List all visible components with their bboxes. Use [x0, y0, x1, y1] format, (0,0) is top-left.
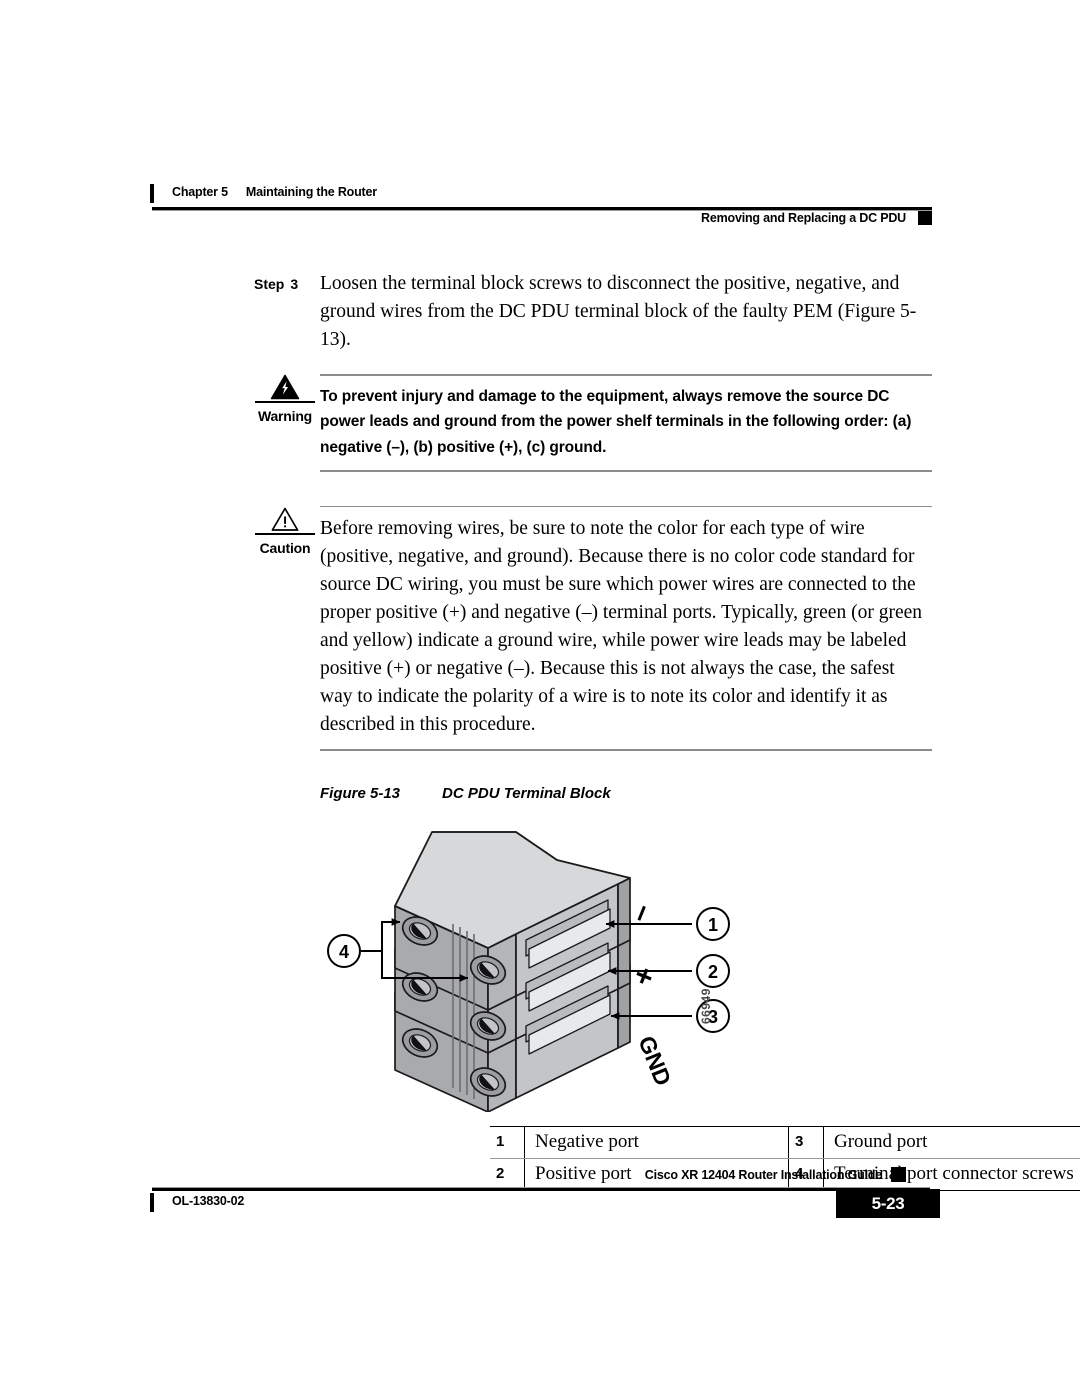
- warning-label: Warning: [257, 408, 313, 424]
- warning-lightning-triangle-icon: [270, 374, 300, 400]
- footer-square-marker: [891, 1167, 906, 1182]
- dc-pdu-terminal-block-illustration: – + GND 1 2 3 4: [327, 830, 730, 1112]
- figure-title: DC PDU Terminal Block: [442, 784, 611, 802]
- warning-block: Warning To prevent injury and damage to …: [150, 374, 932, 472]
- callout-number-1: 1: [708, 915, 718, 935]
- warning-text: To prevent injury and damage to the equi…: [320, 387, 912, 456]
- figure-artwork: – + GND 1 2 3 4 66949: [320, 812, 932, 1112]
- breadcrumb: Chapter 5 Maintaining the Router: [172, 185, 377, 199]
- caution-label: Caution: [259, 539, 311, 556]
- step-block: Step 3 Loosen the terminal block screws t…: [150, 270, 932, 354]
- warning-rule-bottom: [320, 470, 932, 472]
- terminal-block-body: [394, 830, 631, 1112]
- step-label-word: Step: [254, 276, 285, 292]
- caution-icon-wrap: Caution: [254, 506, 316, 556]
- table-row: 1 Negative port 3 Ground port: [490, 1125, 1080, 1159]
- figure-caption: Figure 5-13 DC PDU Terminal Block: [320, 785, 932, 802]
- warning-body: To prevent injury and damage to the equi…: [320, 374, 932, 472]
- header-section-title: Removing and Replacing a DC PDU: [701, 211, 906, 225]
- page-header: Chapter 5 Maintaining the Router Removing…: [150, 183, 932, 231]
- page-content: Step 3 Loosen the terminal block screws t…: [150, 270, 1080, 1191]
- warning-icon-wrap: Warning: [254, 374, 316, 424]
- caution-text: Before removing wires, be sure to note t…: [320, 518, 923, 735]
- warning-icon-rule: [255, 401, 315, 403]
- callout-desc-3: Ground port: [823, 1125, 1080, 1159]
- header-chapter-title: Maintaining the Router: [245, 185, 377, 199]
- footer-guide-title: Cisco XR 12404 Router Installation Guide: [644, 1168, 882, 1182]
- header-chapter-number: 5: [221, 185, 228, 199]
- ground-port-marking-icon: GND: [633, 1032, 676, 1089]
- figure-art-id: 66949: [699, 987, 713, 1024]
- caution-rule-bottom: [320, 749, 932, 751]
- caution-icon-rule: [255, 532, 315, 535]
- callout-number-2: 2: [708, 962, 718, 982]
- callout-number-4: 4: [339, 942, 349, 962]
- figure-block: Figure 5-13 DC PDU Terminal Block – + GN…: [320, 785, 1080, 1191]
- page-number-badge: 5-23: [836, 1189, 940, 1218]
- figure-label: Figure 5-13: [320, 784, 401, 802]
- caution-exclamation-triangle-icon: [271, 507, 299, 531]
- caution-body: Before removing wires, be sure to note t…: [320, 505, 932, 751]
- step-text: Loosen the terminal block screws to disc…: [320, 273, 917, 350]
- header-square-marker: [918, 211, 932, 225]
- step-label: Step 3: [254, 276, 298, 292]
- page-footer: Cisco XR 12404 Router Installation Guide…: [150, 1167, 940, 1224]
- callout-key-1: 1: [490, 1125, 525, 1159]
- header-left-tick: [150, 184, 154, 203]
- caution-block: Caution Before removing wires, be sure t…: [150, 505, 932, 751]
- step-number: 3: [290, 276, 299, 292]
- positive-port-marking-icon: +: [626, 962, 663, 991]
- footer-document-id: OL-13830-02: [172, 1194, 245, 1208]
- footer-rule: [152, 1188, 930, 1191]
- callout-key-3: 3: [788, 1125, 824, 1159]
- callout-desc-1: Negative port: [524, 1125, 789, 1159]
- footer-left-tick: [150, 1193, 154, 1212]
- header-chapter-label: Chapter: [172, 185, 218, 199]
- document-page: Chapter 5 Maintaining the Router Removing…: [0, 0, 1080, 1397]
